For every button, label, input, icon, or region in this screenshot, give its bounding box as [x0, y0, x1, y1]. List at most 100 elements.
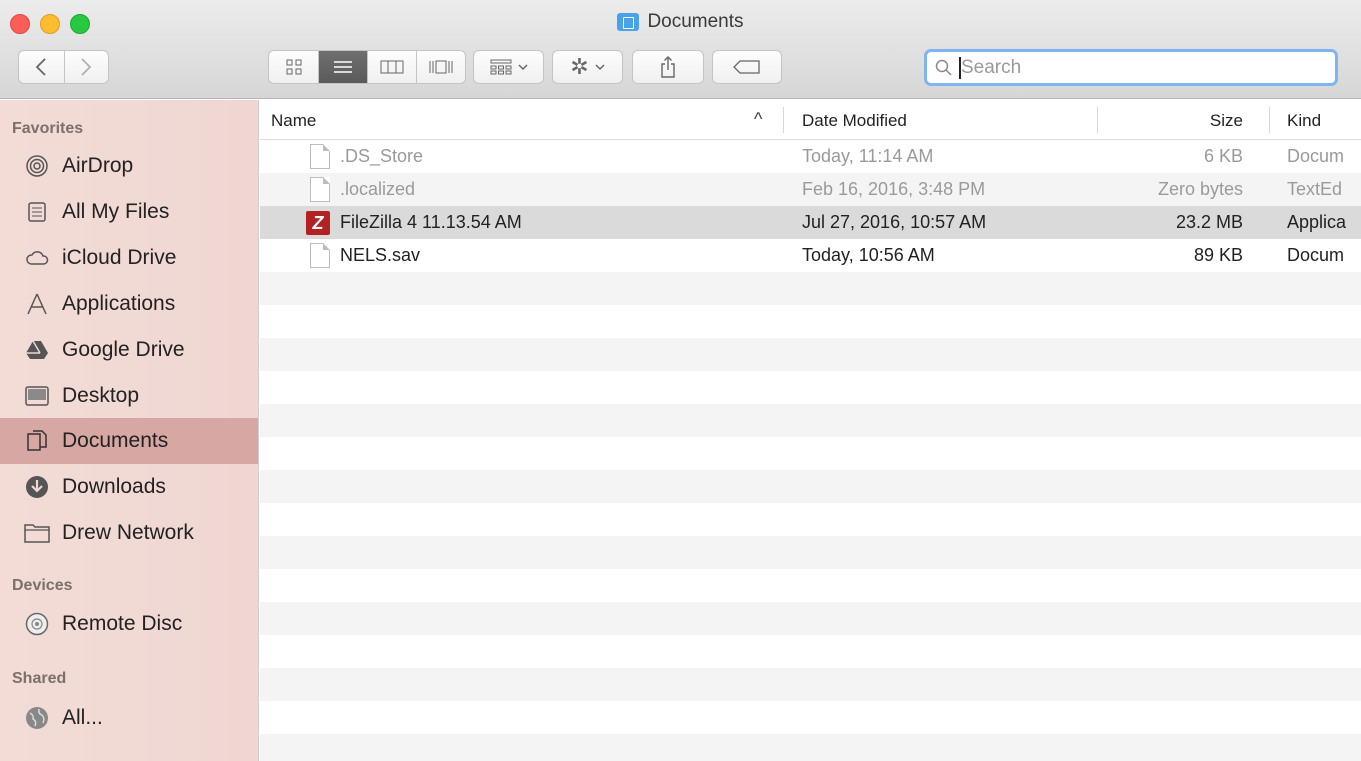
column-header-name[interactable]: Name: [271, 111, 316, 131]
sidebar-item-label: Documents: [62, 429, 169, 452]
chevron-down-icon: [595, 64, 605, 71]
window-title: Documents: [0, 11, 1361, 33]
file-kind: Applica: [1287, 212, 1347, 232]
file-date: Today, 11:14 AM: [802, 146, 934, 166]
document-icon: [310, 243, 330, 268]
empty-row: [260, 437, 1361, 470]
sidebar-item-applications[interactable]: Applications: [0, 281, 258, 327]
list-view-button[interactable]: [318, 51, 367, 83]
sidebar-item-label: Drew Network: [62, 521, 194, 544]
sidebar-item-label: Google Drive: [62, 338, 185, 361]
empty-row: [260, 338, 1361, 371]
share-icon: [661, 56, 675, 78]
filezilla-icon: Z: [306, 211, 330, 235]
file-date: Today, 10:56 AM: [802, 245, 935, 265]
empty-row: [260, 569, 1361, 602]
file-size: 23.2 MB: [1175, 212, 1243, 232]
google-drive-icon: [24, 337, 50, 363]
cover-flow-view-button[interactable]: [416, 51, 465, 83]
downloads-icon: [24, 474, 50, 500]
chevron-right-icon: [81, 58, 92, 76]
empty-row: [260, 701, 1361, 734]
column-divider[interactable]: [783, 107, 784, 133]
empty-row: [260, 602, 1361, 635]
sort-ascending-icon: ^: [754, 109, 763, 129]
search-field[interactable]: [924, 49, 1338, 86]
file-kind: Docum: [1287, 245, 1345, 265]
file-list: Name ^ Date Modified Size Kind .DS_Store…: [260, 100, 1361, 761]
file-row-localized[interactable]: .localized Feb 16, 2016, 3:48 PM Zero by…: [260, 173, 1361, 206]
file-name: FileZilla 4 11.13.54 AM: [340, 212, 522, 232]
icon-view-icon: [286, 59, 301, 75]
file-size: Zero bytes: [1157, 179, 1243, 199]
back-forward-group: [18, 50, 109, 84]
arrange-grid-icon: [490, 59, 511, 75]
column-header-kind[interactable]: Kind: [1287, 111, 1321, 131]
window-toolbar: Documents ✲ Search: [0, 0, 1361, 99]
sidebar-item-desktop[interactable]: Desktop: [0, 373, 258, 419]
sidebar-header-devices: Devices: [12, 577, 73, 594]
empty-row: [260, 734, 1361, 761]
sidebar-item-documents[interactable]: Documents: [0, 418, 258, 464]
column-divider[interactable]: [1269, 107, 1270, 133]
gear-icon: ✲: [570, 54, 589, 79]
disc-icon: [24, 611, 50, 637]
sidebar-item-drew-network[interactable]: Drew Network: [0, 510, 258, 556]
file-row-ds-store[interactable]: .DS_Store Today, 11:14 AM 6 KB Docum: [260, 140, 1361, 173]
file-size: 89 KB: [1193, 245, 1243, 265]
share-button[interactable]: [632, 50, 704, 84]
folder-icon: [24, 520, 50, 546]
back-button[interactable]: [19, 51, 64, 83]
sidebar-header-shared: Shared: [12, 670, 67, 687]
sidebar-item-label: Applications: [62, 292, 176, 315]
document-icon: [310, 177, 330, 202]
empty-row: [260, 371, 1361, 404]
file-kind: TextEd: [1287, 179, 1343, 199]
search-input[interactable]: [961, 56, 1281, 79]
file-size: 6 KB: [1203, 146, 1243, 166]
sidebar-item-label: All My Files: [62, 200, 170, 223]
empty-row: [260, 503, 1361, 536]
applications-icon: [24, 291, 50, 317]
chevron-left-icon: [35, 58, 46, 76]
tag-button[interactable]: [712, 50, 782, 84]
empty-row: [260, 404, 1361, 437]
view-mode-group: [268, 50, 466, 84]
icon-view-button[interactable]: [269, 51, 318, 83]
window-title-text: Documents: [647, 11, 744, 32]
file-row-nels-sav[interactable]: NELS.sav Today, 10:56 AM 89 KB Docum: [260, 239, 1361, 272]
sidebar-item-downloads[interactable]: Downloads: [0, 464, 258, 510]
all-files-icon: [24, 199, 50, 225]
search-icon: [935, 59, 952, 76]
sidebar: Favorites AirDrop All My Files iCloud Dr…: [0, 100, 259, 761]
file-date: Jul 27, 2016, 10:57 AM: [802, 212, 987, 232]
file-date: Feb 16, 2016, 3:48 PM: [802, 179, 986, 199]
column-view-button[interactable]: [367, 51, 416, 83]
action-menu-button[interactable]: ✲: [552, 50, 623, 84]
sidebar-item-google-drive[interactable]: Google Drive: [0, 327, 258, 373]
column-header-date-modified[interactable]: Date Modified: [802, 111, 907, 131]
file-name: .localized: [340, 179, 416, 199]
sidebar-item-airdrop[interactable]: AirDrop: [0, 143, 258, 189]
arrange-menu-button[interactable]: [473, 50, 544, 84]
sidebar-header-favorites: Favorites: [12, 120, 84, 137]
forward-button[interactable]: [63, 51, 109, 83]
column-header-size[interactable]: Size: [1210, 111, 1243, 131]
list-view-icon: [334, 61, 352, 73]
sidebar-item-all-shared[interactable]: All...: [0, 695, 258, 741]
empty-row: [260, 536, 1361, 569]
sidebar-item-label: Desktop: [62, 384, 140, 407]
file-row-filezilla[interactable]: Z FileZilla 4 11.13.54 AM Jul 27, 2016, …: [260, 206, 1361, 239]
sidebar-item-icloud-drive[interactable]: iCloud Drive: [0, 235, 258, 281]
sidebar-item-all-my-files[interactable]: All My Files: [0, 189, 258, 235]
empty-row: [260, 470, 1361, 503]
desktop-icon: [24, 383, 50, 409]
sidebar-item-label: iCloud Drive: [62, 246, 177, 269]
cover-flow-icon: [429, 60, 453, 74]
column-divider[interactable]: [1097, 107, 1098, 133]
network-icon: [24, 705, 50, 731]
file-name: NELS.sav: [340, 245, 421, 265]
documents-folder-icon: [617, 13, 640, 31]
documents-icon: [24, 428, 50, 454]
sidebar-item-remote-disc[interactable]: Remote Disc: [0, 601, 258, 647]
